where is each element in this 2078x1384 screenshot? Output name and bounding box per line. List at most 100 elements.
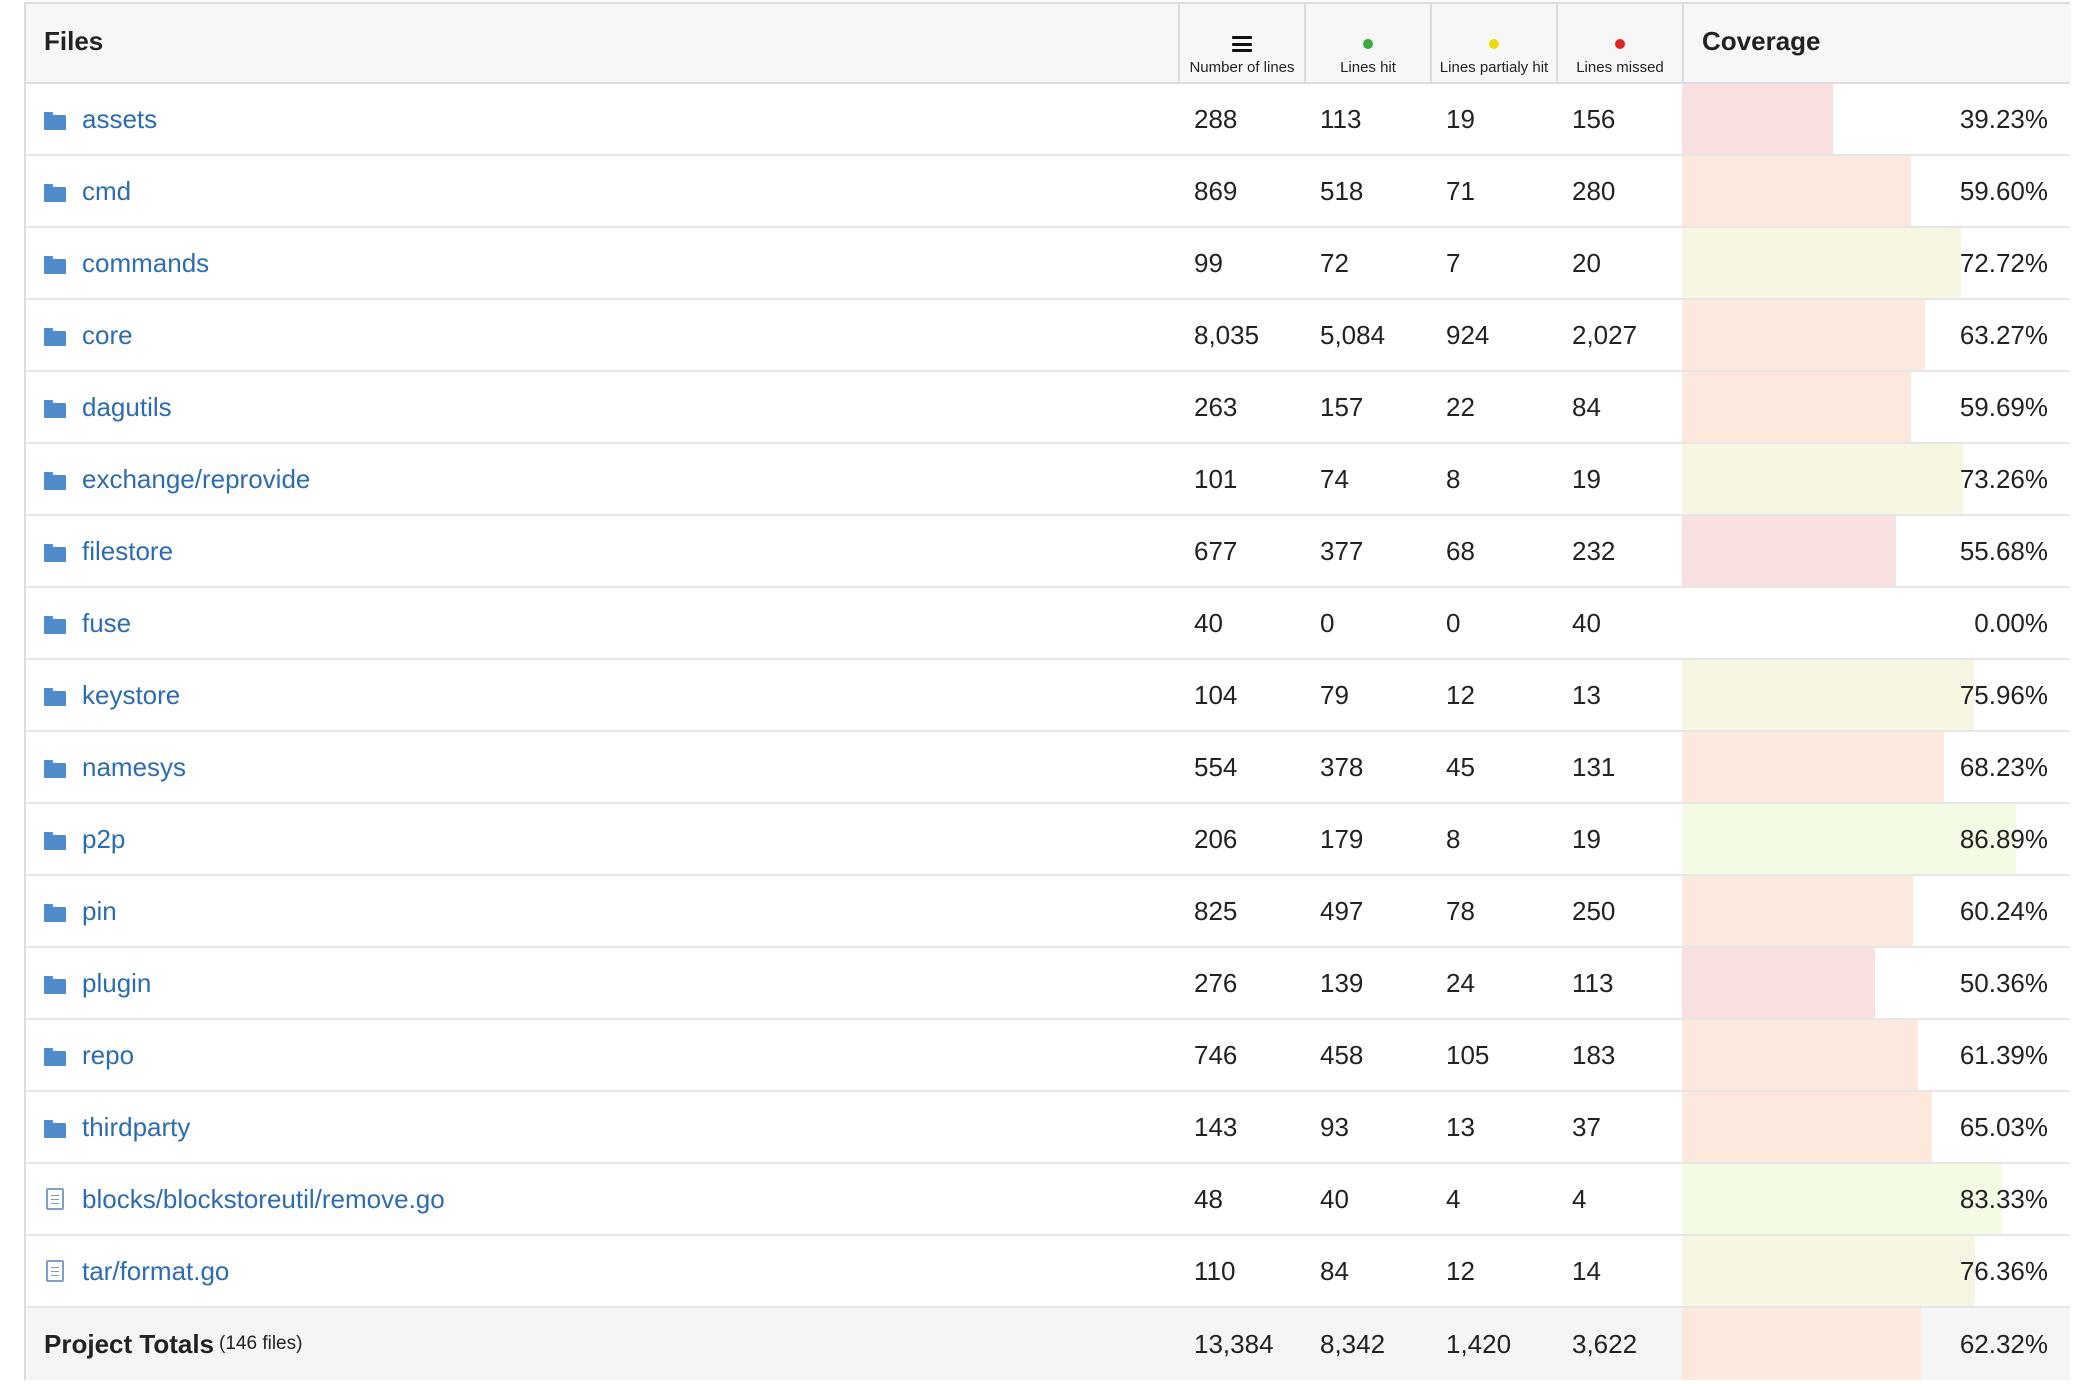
coverage-cell: 68.23%	[1682, 732, 2066, 802]
file-link[interactable]: dagutils	[82, 392, 172, 423]
coverage-bar	[1682, 1308, 1922, 1380]
table-row: exchange/reprovide 101 74 8 19 73.26%	[26, 444, 2070, 516]
partial-cell: 4	[1446, 1183, 1461, 1214]
folder-icon	[44, 112, 66, 130]
file-link[interactable]: cmd	[82, 176, 131, 207]
lines-hit-column-header[interactable]: Lines hit	[1304, 4, 1430, 82]
folder-icon	[44, 328, 66, 346]
table-row: repo 746 458 105 183 61.39%	[26, 1020, 2070, 1092]
folder-icon	[44, 400, 66, 418]
file-link[interactable]: thirdparty	[82, 1112, 190, 1143]
coverage-cell: 83.33%	[1682, 1164, 2066, 1234]
folder-icon	[44, 1120, 66, 1138]
totals-row: Project Totals (146 files) 13,384 8,342 …	[26, 1308, 2070, 1380]
coverage-cell: 76.36%	[1682, 1236, 2066, 1306]
folder-icon	[44, 688, 66, 706]
lines-cell: 143	[1194, 1111, 1238, 1142]
coverage-cell: 60.24%	[1682, 876, 2066, 946]
table-row: filestore 677 377 68 232 55.68%	[26, 516, 2070, 588]
coverage-bar	[1682, 228, 1962, 298]
table-row: keystore 104 79 12 13 75.96%	[26, 660, 2070, 732]
folder-icon	[44, 976, 66, 994]
folder-icon	[44, 544, 66, 562]
file-link[interactable]: blocks/blockstoreutil/remove.go	[82, 1184, 445, 1215]
table-body: assets 288 113 19 156 39.23% cmd 869 518 71 280 59.…	[26, 84, 2070, 1308]
lines-cell: 263	[1194, 391, 1238, 422]
lines-cell: 110	[1194, 1255, 1236, 1286]
file-name-cell: plugin	[26, 948, 1178, 1018]
file-name-cell: namesys	[26, 732, 1178, 802]
missed-cell: 37	[1572, 1111, 1601, 1142]
file-name-cell: blocks/blockstoreutil/remove.go	[26, 1164, 1178, 1234]
missed-cell: 40	[1572, 607, 1601, 638]
totals-lines: 13,384	[1194, 1328, 1274, 1359]
coverage-bar	[1682, 1092, 1932, 1162]
totals-hit: 8,342	[1320, 1328, 1386, 1359]
missed-cell: 19	[1572, 823, 1601, 854]
file-link[interactable]: exchange/reprovide	[82, 464, 310, 495]
table-row: fuse 40 0 0 40 0.00%	[26, 588, 2070, 660]
lines-cell: 288	[1194, 103, 1238, 134]
totals-missed: 3,622	[1572, 1328, 1638, 1359]
file-link[interactable]: tar/format.go	[82, 1256, 229, 1287]
file-link[interactable]: pin	[82, 896, 117, 927]
lines-partial-label: Lines partialy hit	[1439, 59, 1549, 76]
file-link[interactable]: commands	[82, 248, 209, 279]
table-row: core 8,035 5,084 924 2,027 63.27%	[26, 300, 2070, 372]
hit-cell: 113	[1320, 103, 1362, 134]
hit-cell: 378	[1320, 751, 1364, 782]
files-column-header[interactable]: Files	[26, 4, 1178, 82]
hit-cell: 40	[1320, 1183, 1349, 1214]
file-link[interactable]: fuse	[82, 608, 131, 639]
lines-cell: 99	[1194, 247, 1223, 278]
partial-cell: 12	[1446, 1255, 1475, 1286]
hit-cell: 84	[1320, 1255, 1349, 1286]
coverage-value: 50.36%	[1959, 967, 2048, 998]
file-name-cell: p2p	[26, 804, 1178, 874]
missed-cell: 19	[1572, 463, 1601, 494]
file-link[interactable]: p2p	[82, 824, 125, 855]
lines-partial-column-header[interactable]: Lines partialy hit	[1430, 4, 1556, 82]
table-row: assets 288 113 19 156 39.23%	[26, 84, 2070, 156]
hit-cell: 139	[1320, 967, 1364, 998]
folder-icon	[44, 616, 66, 634]
lines-cell: 825	[1194, 895, 1238, 926]
coverage-value: 86.89%	[1959, 823, 2048, 854]
coverage-bar	[1682, 444, 1964, 514]
hit-cell: 518	[1320, 175, 1364, 206]
number-of-lines-column-header[interactable]: Number of lines	[1178, 4, 1304, 82]
yellow-dot-icon	[1489, 39, 1499, 49]
coverage-value: 73.26%	[1959, 463, 2048, 494]
file-icon	[46, 1188, 64, 1210]
totals-file-count: (146 files)	[219, 1333, 303, 1354]
file-link[interactable]: assets	[82, 104, 157, 135]
file-link[interactable]: namesys	[82, 752, 186, 783]
file-link[interactable]: repo	[82, 1040, 134, 1071]
file-link[interactable]: plugin	[82, 968, 151, 999]
totals-partial: 1,420	[1446, 1328, 1512, 1359]
coverage-bar	[1682, 156, 1911, 226]
folder-icon	[44, 1048, 66, 1066]
file-link[interactable]: core	[82, 320, 133, 351]
green-dot-icon	[1363, 39, 1373, 49]
coverage-column-header[interactable]: Coverage	[1682, 4, 2066, 82]
partial-cell: 12	[1446, 679, 1475, 710]
file-link[interactable]: filestore	[82, 536, 173, 567]
coverage-value: 63.27%	[1959, 319, 2048, 350]
lines-cell: 554	[1194, 751, 1238, 782]
file-link[interactable]: keystore	[82, 680, 180, 711]
file-name-cell: pin	[26, 876, 1178, 946]
coverage-value: 0.00%	[1974, 607, 2048, 638]
totals-coverage-value: 62.32%	[1959, 1328, 2048, 1359]
coverage-cell: 39.23%	[1682, 84, 2066, 154]
partial-cell: 22	[1446, 391, 1475, 422]
hit-cell: 79	[1320, 679, 1349, 710]
coverage-bar	[1682, 732, 1944, 802]
hit-cell: 179	[1320, 823, 1364, 854]
partial-cell: 8	[1446, 463, 1461, 494]
coverage-value: 59.69%	[1959, 391, 2048, 422]
partial-cell: 78	[1446, 895, 1475, 926]
lines-missed-column-header[interactable]: Lines missed	[1556, 4, 1682, 82]
coverage-value: 55.68%	[1959, 535, 2048, 566]
coverage-bar	[1682, 876, 1914, 946]
